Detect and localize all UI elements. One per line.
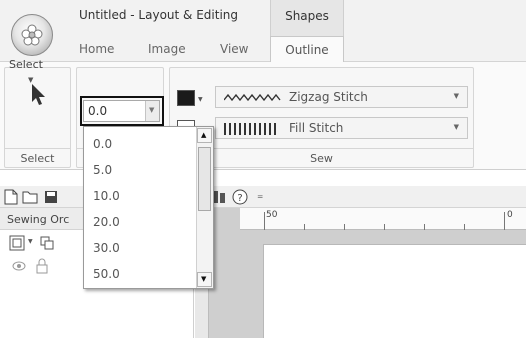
arrow-cursor-icon xyxy=(32,84,45,105)
chevron-down-icon: ▼ xyxy=(453,92,459,100)
ruler-tick xyxy=(424,224,425,230)
qat-customize-icon[interactable]: ₌ xyxy=(257,188,263,202)
context-tab-shapes: Shapes xyxy=(270,0,344,38)
dropdown-option[interactable]: 0.0 xyxy=(93,137,112,151)
scroll-down-button[interactable]: ▼ xyxy=(197,272,212,287)
eye-icon[interactable] xyxy=(12,260,26,272)
sewing-order-title: Sewing Orc xyxy=(7,213,70,226)
select-button-label[interactable]: Select xyxy=(9,58,43,71)
group-icon[interactable] xyxy=(40,236,54,250)
ruler-tick xyxy=(504,212,505,230)
fill-stitch-icon xyxy=(224,123,276,135)
new-file-icon[interactable] xyxy=(4,189,18,205)
group-separator xyxy=(170,148,473,149)
ribbon: Select Sew xyxy=(0,62,526,170)
outline-stitch-label: Zigzag Stitch xyxy=(289,90,368,104)
ruler-tick xyxy=(464,224,465,230)
ruler-tick xyxy=(264,212,265,230)
chevron-down-icon[interactable]: ▼ xyxy=(28,76,33,84)
app-menu-button[interactable] xyxy=(11,14,53,56)
flower-orb-icon xyxy=(21,24,43,46)
chevron-up-icon: ▲ xyxy=(201,131,207,139)
lock-icon[interactable] xyxy=(36,258,48,274)
sew-group-label: Sew xyxy=(310,152,333,165)
context-tab-label: Shapes xyxy=(285,9,329,23)
stitch-width-dropdown-list: 0.0 5.0 10.0 20.0 30.0 50.0 xyxy=(83,126,214,289)
fill-stitch-select[interactable]: Fill Stitch ▼ xyxy=(215,117,468,139)
dropdown-option[interactable]: 20.0 xyxy=(93,215,120,229)
svg-text:?: ? xyxy=(237,193,242,204)
frame-view-icon[interactable] xyxy=(9,235,25,251)
ruler-label: 50 xyxy=(266,210,278,220)
tab-view[interactable]: View xyxy=(220,42,248,56)
chevron-down-icon: ▼ xyxy=(453,123,459,131)
fill-stitch-label: Fill Stitch xyxy=(289,121,344,135)
save-icon[interactable] xyxy=(44,190,58,204)
ruler-tick xyxy=(304,224,305,230)
dropdown-option[interactable]: 10.0 xyxy=(93,189,120,203)
open-folder-icon[interactable] xyxy=(22,190,40,204)
callout-highlight-box xyxy=(80,96,164,126)
scrollbar-thumb[interactable] xyxy=(198,147,211,211)
dropdown-option[interactable]: 30.0 xyxy=(93,241,120,255)
zigzag-stitch-icon xyxy=(224,93,281,102)
ruler-tick xyxy=(384,224,385,230)
window-title: Untitled - Layout & Editing xyxy=(79,8,238,22)
group-separator xyxy=(5,148,70,149)
select-group: Select xyxy=(4,67,71,168)
chevron-down-icon[interactable]: ▼ xyxy=(28,238,33,245)
chevron-down-icon: ▼ xyxy=(201,275,207,283)
outline-color-swatch[interactable] xyxy=(177,90,195,106)
tab-home[interactable]: Home xyxy=(79,42,114,56)
ruler-horizontal: 50 0 xyxy=(240,208,526,230)
tab-image[interactable]: Image xyxy=(148,42,186,56)
chevron-down-icon[interactable]: ▼ xyxy=(198,96,203,103)
tab-outline[interactable]: Outline xyxy=(270,36,344,63)
layout-icon[interactable] xyxy=(212,190,226,204)
dropdown-option[interactable]: 50.0 xyxy=(93,267,120,281)
outline-stitch-select[interactable]: Zigzag Stitch ▼ xyxy=(215,86,468,108)
scroll-up-button[interactable]: ▲ xyxy=(197,128,212,143)
embroidery-sheet[interactable] xyxy=(263,244,526,338)
dropdown-option[interactable]: 5.0 xyxy=(93,163,112,177)
ruler-tick xyxy=(344,224,345,230)
help-icon[interactable]: ? xyxy=(232,189,248,205)
tab-outline-label: Outline xyxy=(285,43,329,57)
select-group-label: Select xyxy=(20,152,55,165)
ruler-label: 0 xyxy=(507,210,513,220)
